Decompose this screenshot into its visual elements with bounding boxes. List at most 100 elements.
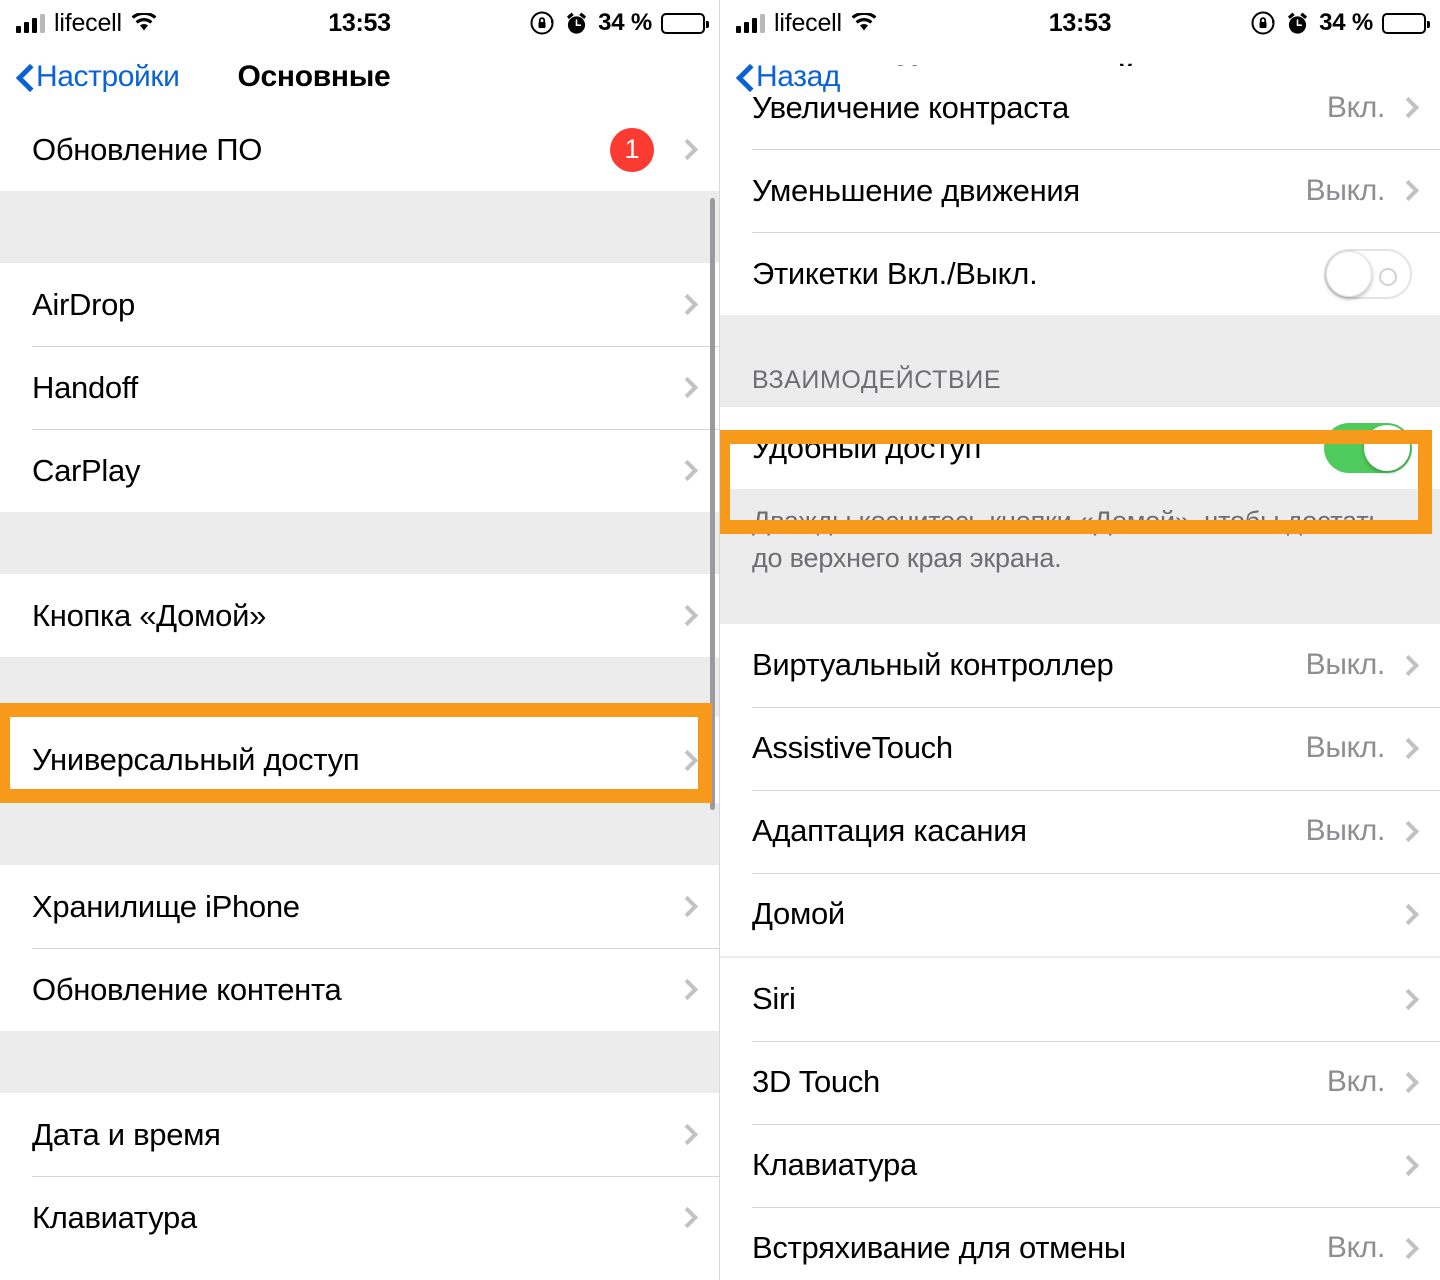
section-gap xyxy=(0,512,719,574)
list-item-value: Вкл. xyxy=(1326,1231,1385,1264)
chevron-right-icon xyxy=(676,604,699,627)
settings-list-right: Увеличение контраста Вкл. Уменьшение дви… xyxy=(720,66,1440,1280)
list-item-3d-touch[interactable]: 3D Touch Вкл. xyxy=(720,1040,1440,1124)
settings-group: Обновление ПО 1 xyxy=(0,108,719,191)
status-bar-right: lifecell 13:53 34 % xyxy=(720,0,1440,46)
list-item-label: Адаптация касания xyxy=(752,813,1027,848)
back-button-settings[interactable]: Настройки xyxy=(16,60,180,94)
list-item-value: Вкл. xyxy=(1326,1065,1385,1098)
chevron-right-icon xyxy=(1397,96,1420,119)
status-bar-right-group: 34 % xyxy=(1250,9,1430,37)
settings-group: Универсальный доступ xyxy=(0,717,719,803)
back-button-label: Настройки xyxy=(36,60,180,93)
chevron-right-icon xyxy=(676,293,699,316)
chevron-left-icon xyxy=(736,63,752,91)
list-item-label: Этикетки Вкл./Выкл. xyxy=(752,255,1038,291)
right-phone-screen: lifecell 13:53 34 % Назад Увеличение кон… xyxy=(720,0,1440,1280)
list-item-label: Встряхивание для отмены xyxy=(752,1230,1126,1265)
chevron-left-icon xyxy=(16,63,32,91)
list-item-home[interactable]: Домой xyxy=(720,872,1440,956)
battery-icon xyxy=(661,12,709,34)
list-item-label: Удобный доступ xyxy=(752,430,982,465)
rotation-lock-icon xyxy=(1251,11,1276,35)
list-item-label: Домой xyxy=(752,896,845,931)
settings-group: Хранилище iPhone Обновление контента xyxy=(0,865,719,1031)
reachability-toggle[interactable] xyxy=(1324,423,1412,473)
list-item-label: Клавиатура xyxy=(32,1199,197,1235)
section-gap xyxy=(0,191,719,263)
chevron-right-icon xyxy=(676,376,699,399)
back-button-label: Назад xyxy=(756,60,840,93)
list-item-touch-accommodations[interactable]: Адаптация касания Выкл. xyxy=(720,789,1440,873)
alarm-clock-icon xyxy=(1288,12,1308,34)
list-item-label: AssistiveTouch xyxy=(752,730,953,765)
list-item-handoff[interactable]: Handoff xyxy=(0,346,719,429)
chevron-right-icon xyxy=(676,749,699,771)
rotation-lock-icon xyxy=(530,11,555,35)
chevron-right-icon xyxy=(1397,737,1420,759)
chevron-right-icon xyxy=(1397,820,1420,842)
list-item-value: Выкл. xyxy=(1305,731,1386,764)
list-item-keyboard[interactable]: Клавиатура xyxy=(0,1176,719,1259)
list-item-carplay[interactable]: CarPlay xyxy=(0,429,719,512)
list-item-siri[interactable]: Siri xyxy=(720,957,1440,1041)
list-item-software-update[interactable]: Обновление ПО 1 xyxy=(0,108,719,191)
list-item-label: Кнопка «Домой» xyxy=(32,597,267,633)
list-item-switch-control[interactable]: Виртуальный контроллер Выкл. xyxy=(720,623,1440,707)
list-item-label: AirDrop xyxy=(32,286,135,322)
onoff-labels-toggle[interactable] xyxy=(1324,248,1412,299)
chevron-right-icon xyxy=(1397,988,1420,1010)
chevron-right-icon xyxy=(1397,1071,1420,1093)
settings-list-left: Обновление ПО 1 AirDrop Handoff CarPlay xyxy=(0,108,719,1259)
chevron-right-icon xyxy=(1397,1154,1420,1176)
section-header-label: ВЗАИМОДЕЙСТВИЕ xyxy=(752,366,1002,394)
section-header-interaction: ВЗАИМОДЕЙСТВИЕ xyxy=(720,315,1440,407)
vertical-scrollbar[interactable] xyxy=(710,198,715,810)
list-item-home-button[interactable]: Кнопка «Домой» xyxy=(0,574,719,657)
chevron-right-icon xyxy=(1397,654,1420,676)
alarm-clock-icon xyxy=(567,12,587,34)
list-item-keyboard[interactable]: Клавиатура xyxy=(720,1123,1440,1207)
list-item-onoff-labels[interactable]: Этикетки Вкл./Выкл. xyxy=(720,232,1440,315)
list-item-label: Обновление ПО xyxy=(32,131,263,167)
settings-group: Siri 3D Touch Вкл. Клавиатура Встряхиван… xyxy=(720,957,1440,1280)
settings-group: Кнопка «Домой» xyxy=(0,574,719,657)
list-item-iphone-storage[interactable]: Хранилище iPhone xyxy=(0,865,719,948)
chevron-right-icon xyxy=(676,1123,699,1146)
list-item-reachability[interactable]: Удобный доступ xyxy=(720,407,1440,489)
left-phone-screen: lifecell 13:53 34 % Настройки Основные О… xyxy=(0,0,720,1280)
list-item-label: Дата и время xyxy=(32,1116,221,1152)
battery-icon xyxy=(1382,12,1430,34)
section-gap xyxy=(720,599,1440,624)
status-bar-right-group: 34 % xyxy=(529,9,709,37)
list-item-shake-to-undo[interactable]: Встряхивание для отмены Вкл. xyxy=(720,1206,1440,1280)
list-item-label: CarPlay xyxy=(32,452,141,488)
list-item-label: Увеличение контраста xyxy=(752,89,1069,125)
nav-bar-left: Настройки Основные xyxy=(0,46,719,108)
settings-group: Увеличение контраста Вкл. Уменьшение дви… xyxy=(720,66,1440,315)
section-gap xyxy=(0,657,719,717)
list-item-value: Выкл. xyxy=(1305,648,1386,681)
list-item-label: Клавиатура xyxy=(752,1147,917,1182)
list-item-value: Выкл. xyxy=(1305,173,1386,207)
chevron-right-icon xyxy=(676,1206,699,1229)
list-item-background-refresh[interactable]: Обновление контента xyxy=(0,948,719,1031)
settings-group: Виртуальный контроллер Выкл. AssistiveTo… xyxy=(720,623,1440,956)
section-gap xyxy=(0,1031,719,1093)
reachability-footnote: Дважды коснитесь кнопки «Домой», чтобы д… xyxy=(720,489,1440,600)
back-button-general[interactable]: Назад xyxy=(736,60,840,94)
page-title-left: Основные xyxy=(237,60,391,93)
settings-group: Дата и время Клавиатура xyxy=(0,1093,719,1259)
list-item-assistivetouch[interactable]: AssistiveTouch Выкл. xyxy=(720,706,1440,790)
list-item-reduce-motion[interactable]: Уменьшение движения Выкл. xyxy=(720,149,1440,232)
list-item-label: 3D Touch xyxy=(752,1064,881,1099)
settings-group: Удобный доступ xyxy=(720,407,1440,489)
status-bar-left: lifecell 13:53 34 % xyxy=(0,0,719,46)
settings-group: AirDrop Handoff CarPlay xyxy=(0,263,719,512)
list-item-accessibility[interactable]: Универсальный доступ xyxy=(0,717,719,803)
list-item-label: Siri xyxy=(752,981,796,1016)
list-item-date-time[interactable]: Дата и время xyxy=(0,1093,719,1176)
list-item-airdrop[interactable]: AirDrop xyxy=(0,263,719,346)
dual-screenshot-container: lifecell 13:53 34 % Настройки Основные О… xyxy=(0,0,1440,1280)
list-item-label: Уменьшение движения xyxy=(752,172,1080,208)
